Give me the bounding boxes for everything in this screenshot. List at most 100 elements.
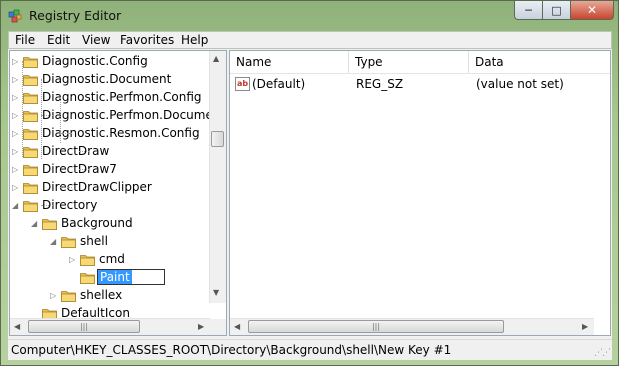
- expand-arrow-icon[interactable]: ▷: [12, 74, 21, 85]
- tree-connector-line: [41, 205, 53, 206]
- expand-arrow-icon[interactable]: ▷: [50, 290, 59, 301]
- list-header: Name Type Data: [230, 51, 610, 74]
- tree-connector-line: [60, 187, 72, 188]
- scroll-down-arrow-icon[interactable]: ▼: [213, 288, 219, 297]
- tree-item-label: Diagnostic.Perfmon.Documen: [42, 108, 221, 122]
- value-name: (Default): [252, 77, 306, 91]
- tree-item-label: DirectDraw: [42, 144, 110, 158]
- folder-icon: [80, 253, 95, 266]
- tree-connector-line: [41, 115, 53, 116]
- scroll-right-arrow-icon[interactable]: ▶: [198, 322, 204, 331]
- collapse-arrow-icon[interactable]: ◢: [50, 236, 59, 247]
- tree-item-label: cmd: [99, 252, 125, 266]
- list-hscroll-thumb[interactable]: |||: [248, 320, 504, 333]
- expand-arrow-icon[interactable]: ▷: [12, 56, 21, 67]
- scroll-left-arrow-icon[interactable]: ◀: [234, 322, 240, 331]
- scroll-corner: [210, 319, 226, 335]
- tree-item[interactable]: ▷ DirectDrawClipper: [10, 179, 226, 197]
- registry-editor-window: Registry Editor ─ □ ✕ File Edit View Fav…: [0, 0, 619, 366]
- expand-arrow-icon[interactable]: ▷: [12, 128, 21, 139]
- menu-view[interactable]: View: [82, 33, 110, 47]
- value-type: REG_SZ: [356, 77, 404, 91]
- expand-arrow-icon[interactable]: ▷: [12, 146, 21, 157]
- expand-arrow-icon[interactable]: ▷: [12, 110, 21, 121]
- folder-icon: [23, 55, 38, 68]
- scroll-left-arrow-icon[interactable]: ◀: [14, 322, 20, 331]
- title-bar[interactable]: Registry Editor ─ □ ✕: [1, 1, 619, 31]
- tree-vscroll-thumb[interactable]: [211, 131, 224, 147]
- tree-connector-line: [79, 169, 89, 170]
- folder-icon: [23, 91, 38, 104]
- column-header-type[interactable]: Type: [349, 51, 469, 73]
- collapse-arrow-icon[interactable]: ◢: [31, 218, 40, 229]
- tree-item[interactable]: ▷ Diagnostic.Document: [10, 71, 226, 89]
- tree-item[interactable]: ▷ Diagnostic.Config: [10, 53, 226, 71]
- menu-file[interactable]: File: [15, 33, 35, 47]
- folder-icon: [61, 289, 76, 302]
- registry-values-list[interactable]: Name Type Data ab (Default) REG_SZ (valu…: [229, 50, 611, 336]
- folder-icon: [42, 217, 57, 230]
- menu-edit[interactable]: Edit: [47, 33, 70, 47]
- tree-item-label: DirectDrawClipper: [42, 180, 152, 194]
- folder-icon: [80, 271, 95, 284]
- column-header-data[interactable]: Data: [469, 51, 610, 73]
- menu-favorites[interactable]: Favorites: [120, 33, 174, 47]
- folder-icon: [23, 109, 38, 122]
- string-value-icon: ab: [235, 77, 250, 91]
- scroll-right-arrow-icon[interactable]: ▶: [582, 322, 588, 331]
- tree-item[interactable]: ▷ Diagnostic.Perfmon.Config: [10, 89, 226, 107]
- tree-item[interactable]: ▷ Diagnostic.Resmon.Config: [10, 125, 226, 143]
- maximize-button[interactable]: □: [542, 1, 570, 20]
- tree-item[interactable]: ▷ Diagnostic.Perfmon.Documen: [10, 107, 226, 125]
- tree-item-label: Diagnostic.Config: [42, 54, 148, 68]
- column-header-name[interactable]: Name: [230, 51, 349, 73]
- tree-item[interactable]: ◢ shell: [10, 233, 226, 251]
- client-area: ▷ Diagnostic.Config ▷ Diagnostic.Document ▷ D…: [8, 49, 612, 339]
- tree-connector-line: [79, 151, 89, 152]
- tree-item-label: shell: [80, 234, 108, 248]
- tree-item[interactable]: ▷ cmd: [10, 251, 226, 269]
- expand-arrow-icon[interactable]: ▷: [69, 254, 78, 265]
- status-bar: Computer\HKEY_CLASSES_ROOT\Directory\Bac…: [8, 339, 612, 360]
- tree-item[interactable]: ◢ Directory: [10, 197, 226, 215]
- folder-icon: [61, 235, 76, 248]
- tree-connector-line: [41, 79, 42, 159]
- folder-icon: [23, 163, 38, 176]
- tree-item-label: Background: [61, 216, 133, 230]
- collapse-arrow-icon[interactable]: ◢: [12, 200, 21, 211]
- tree-hscroll-thumb[interactable]: |||: [28, 320, 140, 333]
- tree-vertical-scrollbar[interactable]: ▲ ▼: [209, 51, 226, 303]
- current-key-path: Computer\HKEY_CLASSES_ROOT\Directory\Bac…: [11, 343, 452, 357]
- tree-item-label: shellex: [80, 288, 123, 302]
- tree-item[interactable]: ▷ DirectDraw7: [10, 161, 226, 179]
- value-row[interactable]: ab (Default) REG_SZ (value not set): [230, 75, 610, 93]
- tree-connector-line: [60, 97, 61, 143]
- window-title: Registry Editor: [29, 8, 122, 23]
- rename-key-input[interactable]: Paint: [97, 269, 165, 285]
- tree-item[interactable]: ▷ shellex: [10, 287, 226, 305]
- list-horizontal-scrollbar[interactable]: ◀ ||| ▶: [230, 318, 594, 335]
- tree-horizontal-scrollbar[interactable]: ◀ ||| ▶: [10, 318, 210, 335]
- folder-icon: [23, 73, 38, 86]
- value-data: (value not set): [476, 77, 564, 91]
- tree-connector-line: [22, 61, 23, 157]
- minimize-button[interactable]: ─: [514, 1, 542, 20]
- expand-arrow-icon[interactable]: ▷: [12, 164, 21, 175]
- tree-item[interactable]: ◢ Background: [10, 215, 226, 233]
- expand-arrow-icon[interactable]: ▷: [12, 182, 21, 193]
- folder-icon: [23, 145, 38, 158]
- tree-item[interactable]: ▷ DirectDraw: [10, 143, 226, 161]
- registry-key-tree[interactable]: ▷ Diagnostic.Config ▷ Diagnostic.Document ▷ D…: [9, 50, 227, 336]
- tree-item-label: Diagnostic.Perfmon.Config: [42, 90, 202, 104]
- rename-selected-text: Paint: [98, 270, 132, 284]
- close-button[interactable]: ✕: [570, 1, 614, 20]
- menu-bar: File Edit View Favorites Help: [8, 31, 612, 49]
- folder-icon: [23, 199, 38, 212]
- tree-item[interactable]: Paint: [10, 269, 226, 287]
- resize-grip-icon[interactable]: ⋰⋰: [594, 348, 611, 358]
- expand-arrow-icon: [69, 272, 78, 283]
- folder-icon: [23, 127, 38, 140]
- expand-arrow-icon[interactable]: ▷: [12, 92, 21, 103]
- scroll-up-arrow-icon[interactable]: ▲: [213, 54, 219, 63]
- menu-help[interactable]: Help: [181, 33, 208, 47]
